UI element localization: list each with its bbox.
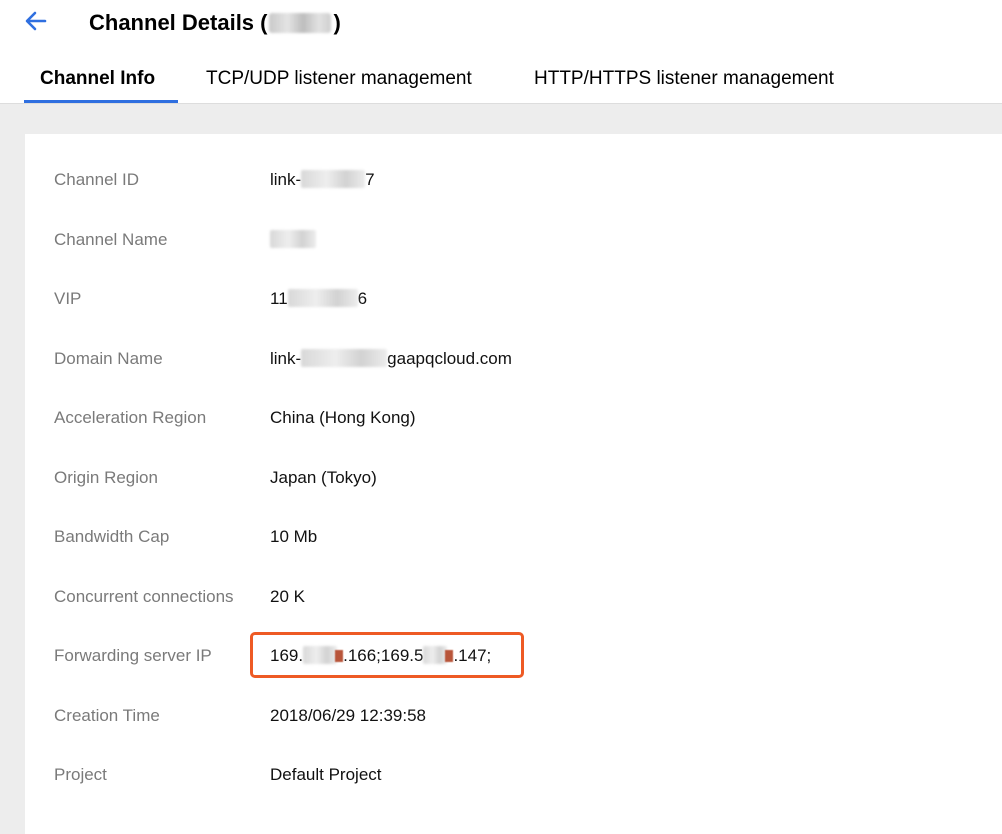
page-title-close: ) — [333, 10, 341, 35]
row-channel-name: Channel Name — [25, 225, 985, 255]
channel-info-panel: Channel ID link- 7 Channel Name VIP 11 6 D… — [25, 134, 1002, 834]
channel-id-label: Channel ID — [54, 170, 140, 189]
acceleration-region-value: China (Hong Kong) — [270, 408, 416, 427]
concurrent-connections-value: 20 K — [270, 587, 305, 606]
redacted-channel-name — [269, 13, 332, 33]
vip-prefix: 11 — [270, 289, 288, 308]
row-origin-region: Origin Region Japan (Tokyo) — [25, 463, 985, 493]
origin-region-label: Origin Region — [54, 468, 158, 487]
channel-name-value — [270, 225, 316, 255]
domain-name-label: Domain Name — [54, 349, 163, 368]
arrow-left-icon — [25, 11, 47, 31]
concurrent-connections-label: Concurrent connections — [54, 587, 234, 606]
row-domain-name: Domain Name link-gaapqcloud.com — [25, 344, 985, 374]
row-project: Project Default Project — [25, 760, 985, 790]
row-vip: VIP 11 6 — [25, 284, 985, 314]
bandwidth-cap-value: 10 Mb — [270, 527, 318, 546]
vip-value: 11 6 — [270, 284, 367, 314]
channel-id-value: link- 7 — [270, 165, 375, 195]
tab-channel-info[interactable]: Channel Info — [40, 60, 155, 104]
bandwidth-cap-label: Bandwidth Cap — [54, 527, 170, 546]
page-title-text: Channel Details ( — [89, 10, 268, 35]
row-bandwidth-cap: Bandwidth Cap 10 Mb — [25, 522, 985, 552]
page-title: Channel Details () — [89, 9, 341, 37]
acceleration-region-label: Acceleration Region — [54, 408, 207, 427]
row-concurrent-connections: Concurrent connections 20 K — [25, 582, 985, 612]
forwarding-server-ip-label: Forwarding server IP — [54, 646, 212, 665]
domain-name-value: link-gaapqcloud.com — [270, 344, 512, 374]
redacted-channel-name-value — [270, 230, 316, 248]
tab-bar: Channel Info TCP/UDP listener management… — [0, 60, 1002, 104]
active-tab-indicator — [24, 100, 178, 103]
back-button[interactable] — [22, 6, 52, 36]
project-label: Project — [54, 765, 107, 784]
creation-time-value: 2018/06/29 12:39:58 — [270, 706, 426, 725]
row-acceleration-region: Acceleration Region China (Hong Kong) — [25, 403, 985, 433]
redacted-channel-id — [301, 170, 366, 188]
vip-suffix: 6 — [357, 289, 368, 308]
row-channel-id: Channel ID link- 7 — [25, 165, 985, 195]
channel-id-prefix: link- — [270, 170, 302, 189]
tab-http-https-listener[interactable]: HTTP/HTTPS listener management — [534, 60, 834, 104]
row-creation-time: Creation Time 2018/06/29 12:39:58 — [25, 701, 985, 731]
origin-region-value: Japan (Tokyo) — [270, 468, 377, 487]
creation-time-label: Creation Time — [54, 706, 160, 725]
redacted-vip — [287, 289, 358, 307]
vip-label: VIP — [54, 289, 82, 308]
project-value: Default Project — [270, 765, 382, 784]
page-header: Channel Details () Channel Info TCP/UDP … — [0, 0, 1002, 104]
highlight-annotation-box — [250, 632, 524, 678]
channel-id-suffix: 7 — [365, 170, 375, 189]
channel-name-label: Channel Name — [54, 230, 168, 249]
tab-tcp-udp-listener[interactable]: TCP/UDP listener management — [206, 60, 472, 104]
domain-prefix: link- — [270, 349, 302, 368]
domain-suffix: gaapqcloud.com — [387, 349, 512, 368]
redacted-domain — [301, 349, 388, 367]
